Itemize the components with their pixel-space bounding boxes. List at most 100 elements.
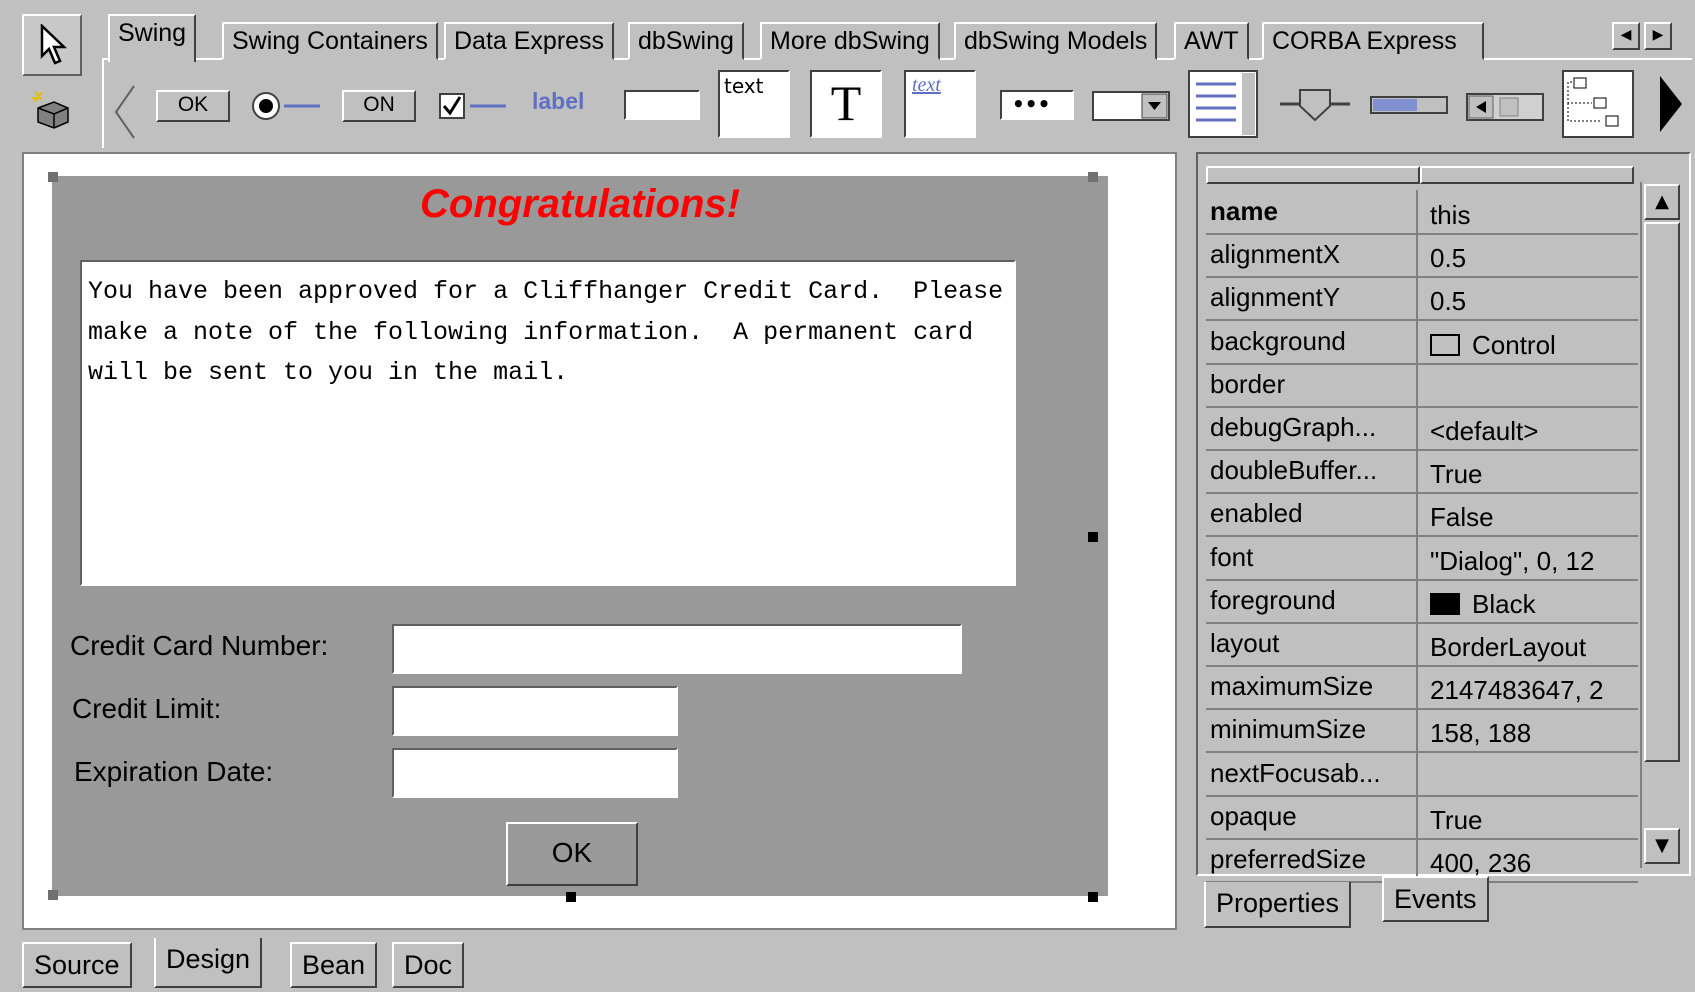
property-value-text: True [1430,459,1483,490]
tab-design[interactable]: Design [154,938,263,988]
tab-properties[interactable]: Properties [1204,882,1352,928]
property-row[interactable]: debugGraph... <default> [1206,406,1638,451]
property-value[interactable]: 158, 188 [1420,708,1638,751]
credit-limit-label: Credit Limit: [72,693,222,724]
palette-tab-dbswing[interactable]: dbSwing [628,22,744,60]
palette-jbutton[interactable]: OK [156,90,230,122]
scrollbar-thumb[interactable] [1644,222,1680,762]
property-row[interactable]: foreground Black [1206,578,1638,624]
palette-tab-corba-express[interactable]: CORBA Express [1262,22,1484,60]
tab-source[interactable]: Source [22,942,132,988]
palette-jprogressbar-icon[interactable] [1370,94,1448,116]
property-row[interactable]: name this [1206,190,1638,235]
palette-jtree-icon[interactable] [1562,70,1634,138]
property-value-text: 2147483647, 2 [1430,675,1604,706]
selection-tool-button[interactable] [22,14,82,76]
property-value[interactable]: 400, 236 [1420,838,1638,881]
palette-tabs-scroll-right[interactable]: ▶ [1644,22,1672,50]
palette-tab-data-express[interactable]: Data Express [444,22,615,60]
property-row[interactable]: minimumSize 158, 188 [1206,708,1638,754]
approval-message-textarea[interactable]: You have been approved for a Cliffhanger… [80,260,1016,586]
palette-tab-row: Swing Swing Containers Data Express dbSw… [104,12,1604,62]
palette-jtextfield[interactable] [624,90,700,120]
palette-jlabel[interactable]: label [532,88,602,118]
scroll-down-button[interactable]: ▼ [1644,828,1680,864]
expiration-date-label: Expiration Date: [74,756,274,787]
tab-doc[interactable]: Doc [392,942,465,988]
property-value[interactable]: "Dialog", 0, 12 [1420,536,1638,579]
palette-jslider-icon[interactable] [1278,82,1352,128]
property-row[interactable]: alignmentY 0.5 [1206,276,1638,322]
resize-handle-right[interactable] [1088,532,1098,542]
palette-jradiobutton-icon[interactable] [250,90,322,122]
resize-handle-top-right[interactable] [1088,172,1098,182]
property-row[interactable]: opaque True [1206,794,1638,840]
palette-jtextpane[interactable]: T [810,70,882,138]
property-row[interactable]: font "Dialog", 0, 12 [1206,535,1638,581]
property-value[interactable]: 0.5 [1420,276,1638,319]
palette-jeditorpane[interactable]: text [904,70,976,138]
property-name: nextFocusab... [1206,751,1418,795]
property-value[interactable]: 2147483647, 2 [1420,665,1638,708]
property-name: minimumSize [1206,708,1418,752]
property-value[interactable]: this [1420,190,1638,233]
property-name: debugGraph... [1206,406,1418,449]
property-name: font [1206,535,1418,579]
tab-bean[interactable]: Bean [290,942,378,988]
color-swatch [1430,592,1460,615]
inspector-column-header-value[interactable] [1420,166,1634,184]
inspector-column-header-name[interactable] [1206,166,1420,184]
arrow-pointer-icon [40,24,68,65]
palette-tab-dbswing-models[interactable]: dbSwing Models [954,22,1158,60]
property-row[interactable]: alignmentX 0.5 [1206,233,1638,279]
property-row[interactable]: layout BorderLayout [1206,622,1638,667]
property-value[interactable] [1420,752,1638,795]
property-value[interactable]: False [1420,492,1638,535]
palette-jtextarea[interactable]: text [718,70,790,138]
property-value-text: this [1430,200,1471,230]
palette-scroll-left-icon[interactable] [112,84,138,140]
credit-card-number-field[interactable] [392,624,962,674]
property-value[interactable]: Control [1420,320,1638,363]
property-row[interactable]: doubleBuffer... True [1206,449,1638,495]
property-name: name [1206,190,1418,233]
palette-jcheckbox-icon[interactable] [438,90,510,122]
scroll-up-button[interactable]: ▲ [1644,184,1680,220]
property-row[interactable]: maximumSize 2147483647, 2 [1206,665,1638,711]
palette-tab-awt[interactable]: AWT [1174,22,1249,60]
property-value[interactable]: True [1420,449,1638,492]
tab-events[interactable]: Events [1382,876,1489,922]
resize-handle-bottom-left[interactable] [48,890,58,900]
palette-tab-swing[interactable]: Swing [108,14,197,62]
property-name: doubleBuffer... [1206,449,1418,493]
palette-tab-more-dbswing[interactable]: More dbSwing [760,22,940,60]
property-row[interactable]: background Control [1206,319,1638,365]
resize-handle-top-left[interactable] [48,172,58,182]
inspector-scrollbar[interactable]: ▲ ▼ [1640,182,1680,868]
palette-jpasswordfield[interactable]: ••• [1000,90,1074,120]
property-value[interactable]: BorderLayout [1420,622,1638,665]
palette-jscrollbar-icon[interactable] [1466,92,1544,122]
palette-scroll-right-icon[interactable] [1656,74,1686,134]
resize-handle-bottom-right[interactable] [1088,892,1098,902]
property-value[interactable]: <default> [1420,406,1638,449]
palette-tab-swing-containers[interactable]: Swing Containers [222,22,438,60]
bean-chooser-icon[interactable] [30,88,74,132]
expiration-date-field[interactable] [392,748,678,798]
credit-limit-field[interactable] [392,686,678,736]
property-value[interactable]: 0.5 [1420,233,1638,276]
property-name: background [1206,319,1418,363]
property-value[interactable]: Black [1420,579,1638,622]
property-row[interactable]: enabled False [1206,492,1638,538]
property-name: maximumSize [1206,665,1418,709]
property-row[interactable]: border [1206,362,1638,408]
property-value[interactable]: True [1420,795,1638,838]
palette-jtogglebutton[interactable]: ON [342,90,416,122]
property-value[interactable] [1420,363,1638,406]
resize-handle-bottom[interactable] [566,892,576,902]
property-row[interactable]: nextFocusab... [1206,751,1638,797]
palette-jlist-icon[interactable] [1188,70,1258,138]
ok-button[interactable]: OK [506,822,638,886]
palette-jcombobox-icon[interactable] [1092,90,1170,122]
palette-tabs-scroll-left[interactable]: ◀ [1612,22,1640,50]
